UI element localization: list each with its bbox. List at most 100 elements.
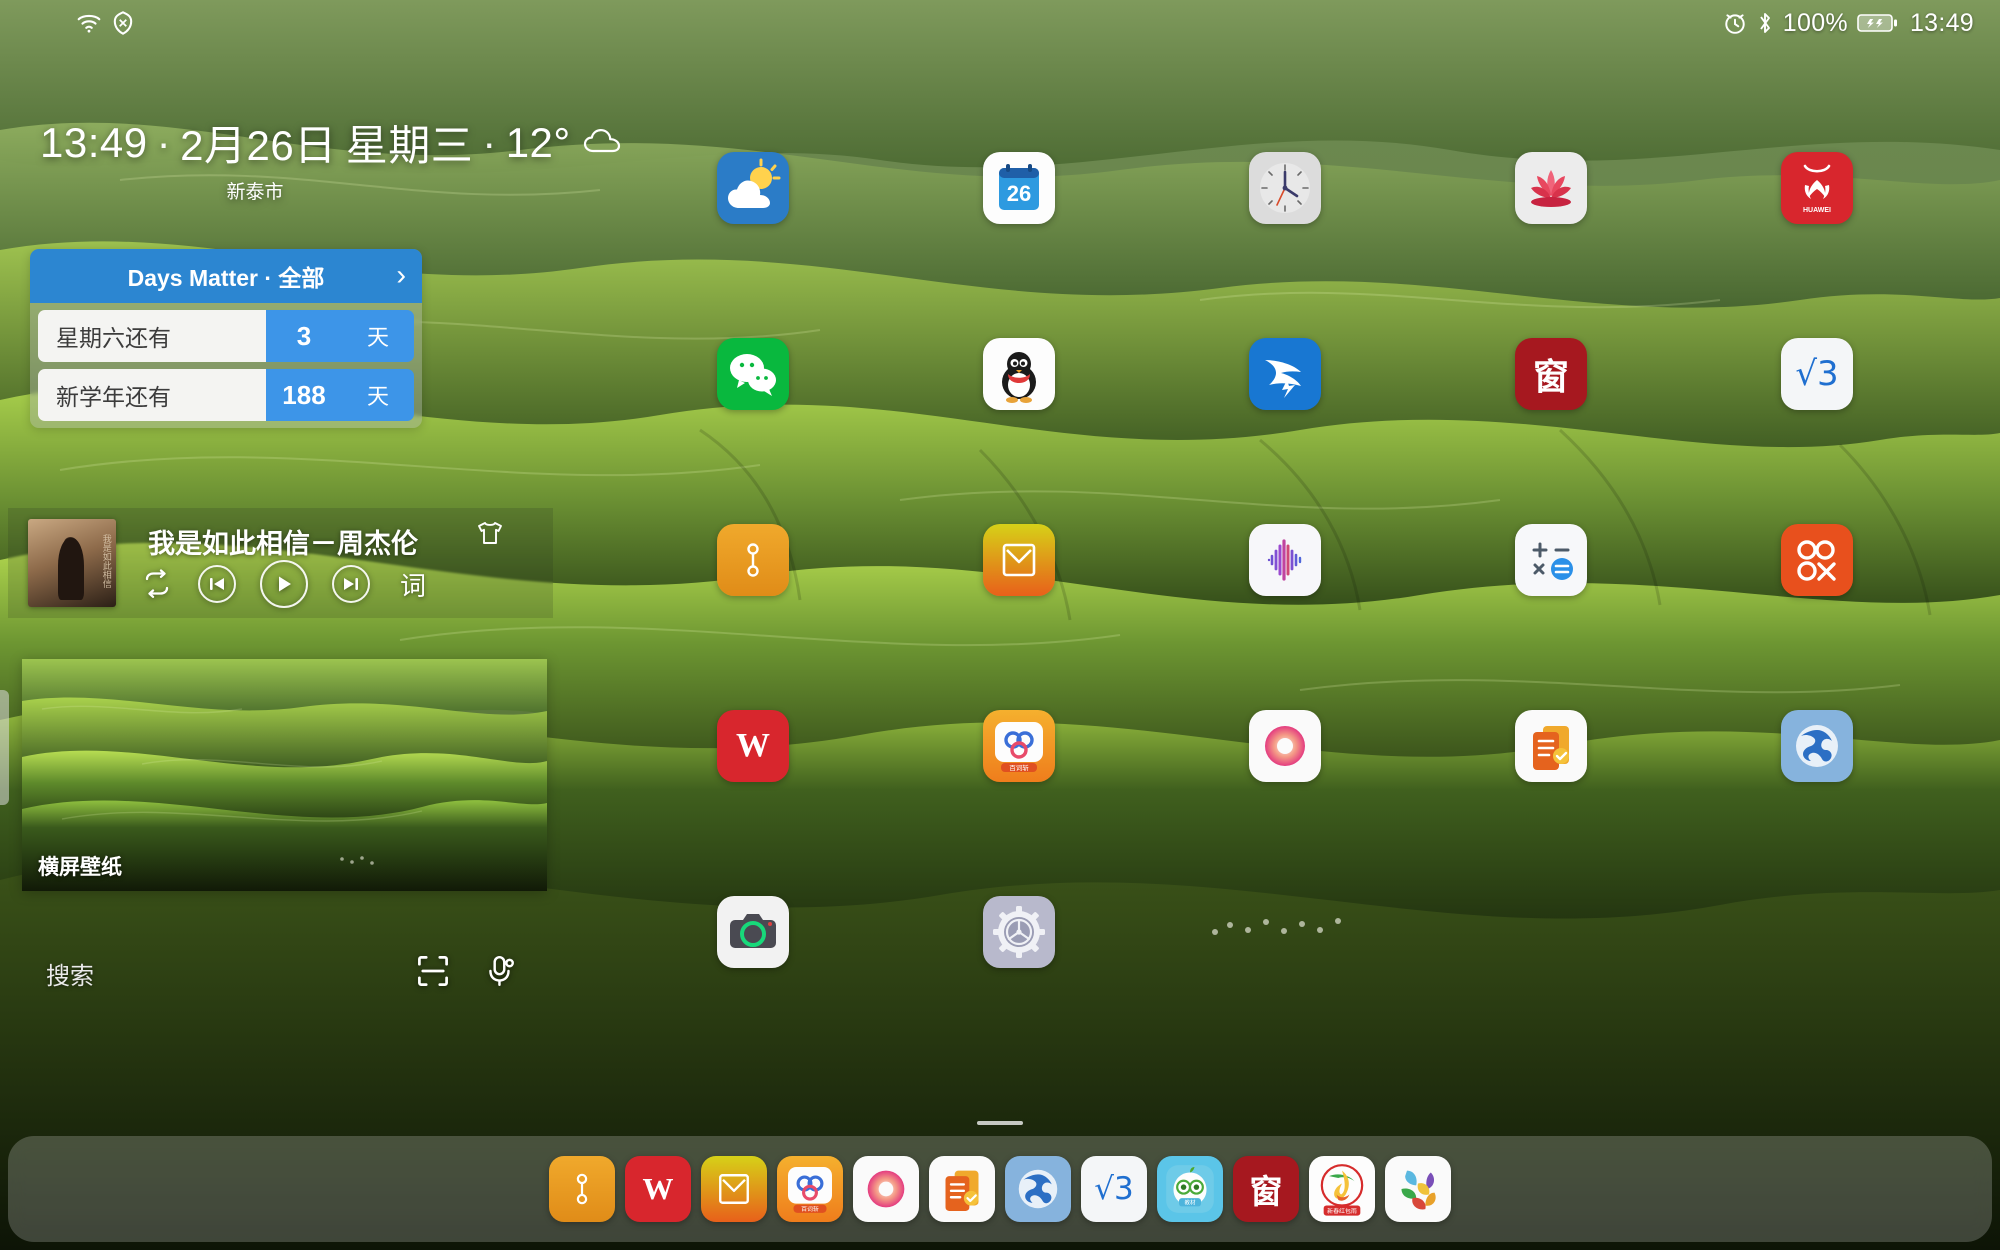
vpn-icon (112, 11, 134, 35)
wechat-icon (717, 338, 789, 410)
dock: W 百词斩 √3 教材 窗 新春红包雨 (8, 1136, 1992, 1242)
math-app-label: √3 (1094, 1171, 1134, 1207)
camera-icon (717, 896, 789, 968)
sqrt3-icon: √3 (1781, 338, 1853, 410)
wps-w-icon: W (717, 710, 789, 782)
days-matter-title: Days Matter · 全部 (127, 265, 325, 291)
album-cover[interactable]: 我是如此相信 (28, 519, 116, 607)
dock-item-memo[interactable] (929, 1156, 995, 1222)
orange-note-icon (717, 524, 789, 596)
memo-notes-icon (929, 1156, 995, 1222)
app-icon-recorder[interactable] (1249, 524, 1321, 596)
app-icon-camera[interactable] (717, 896, 789, 968)
app-icon-calendar[interactable]: 26 (983, 152, 1055, 224)
dock-item-math[interactable]: √3 (1081, 1156, 1147, 1222)
dock-item-redpacket[interactable]: 新春红包雨 (1309, 1156, 1375, 1222)
apple-owl-icon: 教材 (1157, 1156, 1223, 1222)
clock-weather-widget[interactable]: 13:49 · 2月26日 星期三 · 12° 新泰市 (40, 112, 620, 204)
bluetooth-icon (1756, 10, 1774, 36)
sqrt3-icon: √3 (1081, 1156, 1147, 1222)
app-icon-browser[interactable] (1781, 710, 1853, 782)
weather-icon (717, 152, 789, 224)
huawei-wordmark: HUAWEI (1803, 207, 1831, 214)
scan-icon[interactable] (416, 954, 450, 993)
dock-item-baidu[interactable]: 百词斩 (777, 1156, 843, 1222)
app-icon-qq[interactable] (983, 338, 1055, 410)
color-petals-icon (1385, 1156, 1451, 1222)
dock-item-window-app[interactable]: 窗 (1233, 1156, 1299, 1222)
cloud-icon (582, 119, 624, 167)
calendar-icon: 26 (983, 152, 1055, 224)
svg-text:新春红包雨: 新春红包雨 (1327, 1207, 1357, 1215)
app-icon-baidu[interactable]: 百词斩 (983, 710, 1055, 782)
lyrics-button[interactable]: 词 (400, 566, 426, 603)
wps-label: W (642, 1171, 674, 1206)
voice-search-icon[interactable] (484, 954, 516, 993)
app-icon-qq-orange[interactable] (1781, 524, 1853, 596)
battery-percent: 100% (1782, 8, 1848, 37)
window-app-label: 窗 (1249, 1172, 1283, 1211)
music-controls: 词 (140, 560, 426, 608)
days-matter-row[interactable]: 星期六还有 3 天 (38, 310, 414, 362)
clock-time: 13:49 (40, 118, 148, 166)
days-matter-label: 星期六还有 (38, 310, 266, 362)
app-icon-wingapp[interactable] (1249, 338, 1321, 410)
app-icon-settings[interactable] (983, 896, 1055, 968)
app-icon-gallery[interactable] (1515, 152, 1587, 224)
huawei-appgallery-icon: HUAWEI (1781, 152, 1853, 224)
app-icon-email[interactable] (983, 524, 1055, 596)
clock-city: 新泰市 (226, 182, 284, 203)
globe-browser-icon (1005, 1156, 1071, 1222)
orange-qq-icon (1781, 524, 1853, 596)
app-slot-empty (1781, 896, 1853, 968)
widget-drag-handle[interactable] (0, 690, 9, 805)
days-matter-unit: 天 (342, 369, 414, 421)
page-indicator[interactable] (977, 1121, 1023, 1125)
play-icon[interactable] (260, 560, 308, 608)
email-envelope-icon (983, 524, 1055, 596)
memo-notes-icon (1515, 710, 1587, 782)
dock-item-apple-edu[interactable]: 教材 (1157, 1156, 1223, 1222)
days-matter-row[interactable]: 新学年还有 188 天 (38, 369, 414, 421)
dock-item-music-pink[interactable] (853, 1156, 919, 1222)
app-icon-calculator[interactable] (1515, 524, 1587, 596)
gallery-lotus-icon (1515, 152, 1587, 224)
clock-icon (1249, 152, 1321, 224)
battery-charging-icon (1857, 11, 1901, 35)
repeat-icon[interactable] (140, 569, 174, 599)
pink-music-icon (853, 1156, 919, 1222)
app-slot-empty (1515, 896, 1587, 968)
music-player-widget[interactable]: 我是如此相信 我是如此相信－周杰伦 词 (8, 508, 553, 618)
days-matter-header[interactable]: Days Matter · 全部 › (30, 249, 422, 303)
dock-item-email[interactable] (701, 1156, 767, 1222)
tshirt-skin-icon[interactable] (475, 520, 505, 546)
dock-item-browser[interactable] (1005, 1156, 1071, 1222)
app-slot-empty (1249, 896, 1321, 968)
app-icon-memo[interactable] (1515, 710, 1587, 782)
app-icon-weather[interactable] (717, 152, 789, 224)
days-matter-widget[interactable]: Days Matter · 全部 › 星期六还有 3 天 新学年还有 188 天 (30, 249, 422, 428)
chevron-right-icon[interactable]: › (396, 261, 406, 291)
app-icon-notes-orange[interactable] (717, 524, 789, 596)
dock-item-notes-orange[interactable] (549, 1156, 615, 1222)
calculator-icon (1515, 524, 1587, 596)
search-input[interactable]: 搜索 (46, 956, 416, 991)
dock-item-photos-color[interactable] (1385, 1156, 1451, 1222)
previous-icon[interactable] (198, 565, 236, 603)
wallpaper-widget[interactable]: 横屏壁纸 (22, 659, 547, 891)
wallpaper-widget-label: 横屏壁纸 (38, 856, 122, 879)
app-icon-music-pink[interactable] (1249, 710, 1321, 782)
app-icon-wps[interactable]: W (717, 710, 789, 782)
app-icon-math[interactable]: √3 (1781, 338, 1853, 410)
app-icon-appgallery[interactable]: HUAWEI (1781, 152, 1853, 224)
app-grid: 26 HUAWEI 窗 √3 W 百词斩 (620, 95, 1950, 1025)
search-bar[interactable]: 搜索 (20, 940, 550, 1006)
dock-item-wps[interactable]: W (625, 1156, 691, 1222)
orange-note-icon (549, 1156, 615, 1222)
app-icon-wechat[interactable] (717, 338, 789, 410)
app-icon-clock[interactable] (1249, 152, 1321, 224)
email-envelope-icon (701, 1156, 767, 1222)
next-icon[interactable] (332, 565, 370, 603)
sound-recorder-icon (1249, 524, 1321, 596)
app-icon-window-app[interactable]: 窗 (1515, 338, 1587, 410)
